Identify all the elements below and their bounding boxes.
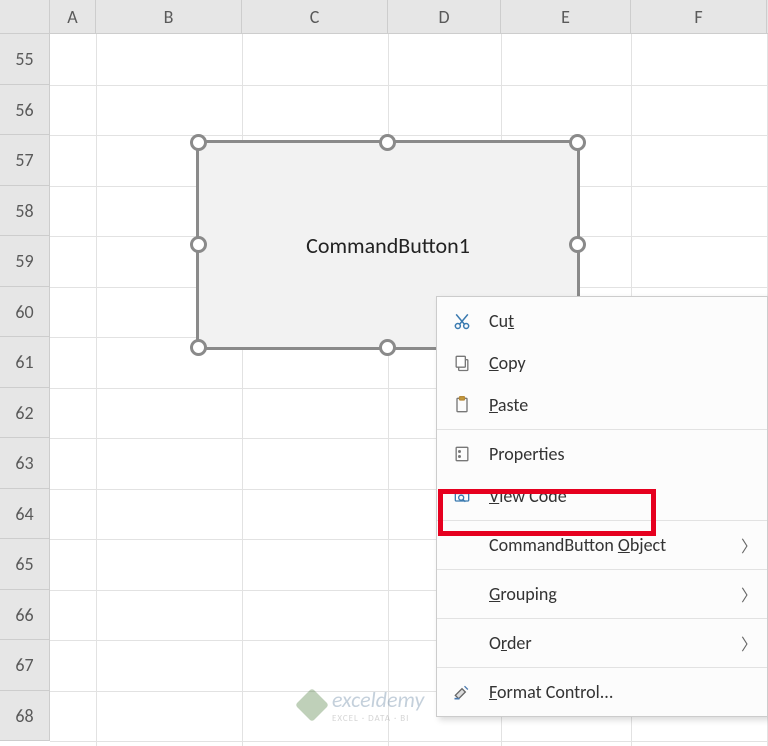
col-header-A[interactable]: A (50, 0, 96, 33)
col-header-F[interactable]: F (631, 0, 767, 33)
menu-order[interactable]: Order 〉 (437, 622, 767, 664)
menu-label: Grouping (489, 583, 557, 605)
gridline (50, 135, 768, 136)
row-header[interactable]: 64 (0, 489, 50, 540)
row-header[interactable]: 57 (0, 135, 50, 186)
row-headers: 55 56 57 58 59 60 61 62 63 64 65 66 67 6… (0, 34, 50, 741)
row-header[interactable]: 56 (0, 85, 50, 136)
row-header[interactable]: 61 (0, 337, 50, 388)
watermark-name: exceldemy (332, 686, 424, 713)
menu-paste[interactable]: Paste (437, 384, 767, 426)
col-header-B[interactable]: B (96, 0, 242, 33)
menu-grouping[interactable]: Grouping 〉 (437, 573, 767, 615)
column-headers: A B C D E F (0, 0, 768, 34)
resize-handle[interactable] (190, 134, 207, 151)
menu-label: Paste (489, 394, 528, 416)
paste-icon (451, 394, 473, 416)
properties-icon (451, 443, 473, 465)
resize-handle[interactable] (569, 134, 586, 151)
menu-view-code[interactable]: View Code (437, 475, 767, 517)
chevron-right-icon: 〉 (741, 582, 757, 606)
resize-handle[interactable] (379, 134, 396, 151)
chevron-right-icon: 〉 (741, 533, 757, 557)
row-header[interactable]: 60 (0, 287, 50, 338)
command-button-label: CommandButton1 (306, 232, 470, 259)
copy-icon (451, 352, 473, 374)
row-header[interactable]: 65 (0, 539, 50, 590)
menu-properties[interactable]: Properties (437, 433, 767, 475)
row-header[interactable]: 67 (0, 640, 50, 691)
resize-handle[interactable] (379, 339, 396, 356)
col-header-D[interactable]: D (388, 0, 501, 33)
col-header-E[interactable]: E (501, 0, 631, 33)
menu-label: Cut (489, 310, 514, 332)
menu-label: Format Control... (489, 681, 613, 703)
gridline (50, 85, 768, 86)
menu-label: Order (489, 632, 532, 654)
menu-separator (437, 520, 767, 521)
row-header[interactable]: 59 (0, 236, 50, 287)
menu-label: Properties (489, 443, 565, 465)
col-header-C[interactable]: C (242, 0, 388, 33)
chevron-right-icon: 〉 (741, 631, 757, 655)
gridline (50, 741, 768, 742)
menu-commandbutton-object[interactable]: CommandButton Object 〉 (437, 524, 767, 566)
context-menu: Cut Copy Paste Properties View Code Comm… (436, 296, 768, 717)
menu-separator (437, 618, 767, 619)
row-header[interactable]: 66 (0, 590, 50, 641)
menu-separator (437, 429, 767, 430)
row-header[interactable]: 68 (0, 691, 50, 742)
resize-handle[interactable] (190, 339, 207, 356)
row-header[interactable]: 55 (0, 34, 50, 85)
cut-icon (451, 310, 473, 332)
menu-format-control[interactable]: Format Control... (437, 671, 767, 713)
menu-label: CommandButton Object (489, 534, 666, 556)
row-header[interactable]: 58 (0, 186, 50, 237)
resize-handle[interactable] (569, 236, 586, 253)
menu-separator (437, 569, 767, 570)
view-code-icon (451, 485, 473, 507)
row-header[interactable]: 62 (0, 388, 50, 439)
select-all-corner[interactable] (0, 0, 50, 33)
watermark-logo-icon (295, 688, 329, 722)
resize-handle[interactable] (190, 236, 207, 253)
format-control-icon (451, 681, 473, 703)
menu-copy[interactable]: Copy (437, 342, 767, 384)
menu-separator (437, 667, 767, 668)
watermark-sub: EXCEL · DATA · BI (332, 713, 424, 724)
menu-label: Copy (489, 352, 526, 374)
menu-label: View Code (489, 485, 567, 507)
row-header[interactable]: 63 (0, 438, 50, 489)
watermark: exceldemy EXCEL · DATA · BI (300, 686, 424, 724)
menu-cut[interactable]: Cut (437, 300, 767, 342)
